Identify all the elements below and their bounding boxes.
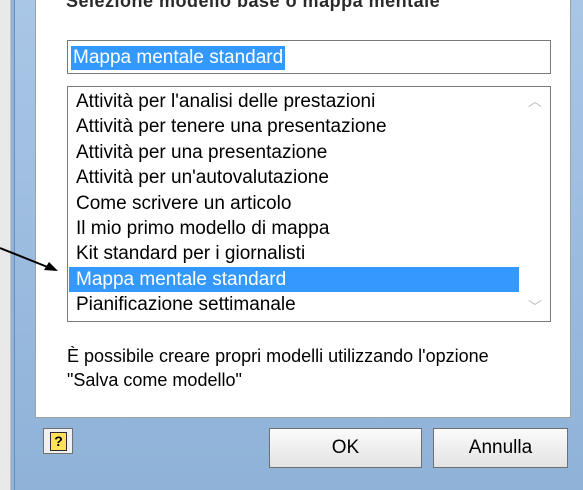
ok-button[interactable]: OK: [269, 428, 422, 468]
dialog-title: Selezione modello base o mappa mentale: [66, 0, 441, 11]
template-list-item[interactable]: Attività per l'analisi delle prestazioni: [69, 89, 519, 114]
chevron-down-icon[interactable]: ﹀: [520, 295, 550, 319]
template-list-item[interactable]: Il mio primo modello di mappa: [69, 216, 519, 241]
template-name-input[interactable]: Mappa mentale standard: [67, 40, 551, 74]
template-list-item[interactable]: Attività per un'autovalutazione: [69, 165, 519, 190]
template-list-item[interactable]: Come scrivere un articolo: [69, 191, 519, 216]
template-name-value: Mappa mentale standard: [71, 46, 286, 70]
template-list-item[interactable]: Mappa mentale standard: [69, 266, 519, 293]
template-list-item[interactable]: Pianificazione settimanale: [69, 292, 519, 317]
hint-text: È possibile creare propri modelli utiliz…: [67, 344, 567, 392]
template-list-item[interactable]: Kit standard per i giornalisti: [69, 241, 519, 266]
chevron-up-icon[interactable]: ︿: [520, 89, 550, 113]
dialog-panel: Selezione modello base o mappa mentale M…: [35, 0, 571, 418]
template-listbox[interactable]: Attività per l'analisi delle prestazioni…: [67, 86, 551, 322]
arrow-pointer-icon: [0, 247, 58, 271]
template-list-item[interactable]: Attività per una presentazione: [69, 140, 519, 165]
template-list-item[interactable]: Attività per tenere una presentazione: [69, 114, 519, 139]
template-list: Attività per l'analisi delle prestazioni…: [69, 89, 519, 318]
hint-line-2: "Salva come modello": [67, 370, 242, 390]
help-button[interactable]: ?: [43, 428, 73, 454]
hint-line-1: È possibile creare propri modelli utiliz…: [67, 346, 489, 366]
help-icon: ?: [50, 432, 67, 451]
template-list-scrollbar[interactable]: ︿ ﹀: [520, 87, 550, 321]
cancel-button[interactable]: Annulla: [433, 428, 568, 468]
dialog-window: Selezione modello base o mappa mentale M…: [14, 0, 583, 490]
